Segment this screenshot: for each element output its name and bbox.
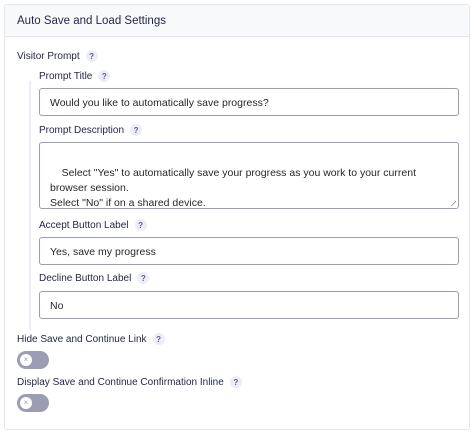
- prompt-title-text: Prompt Title: [39, 70, 93, 82]
- prompt-description-text: Prompt Description: [39, 124, 125, 136]
- settings-panel: Auto Save and Load Settings Visitor Prom…: [4, 4, 470, 430]
- visitor-prompt-text: Visitor Prompt: [17, 50, 80, 62]
- prompt-title-input[interactable]: Would you like to automatically save pro…: [39, 88, 459, 116]
- nested-indent-bar: [29, 81, 31, 330]
- help-icon[interactable]: ?: [134, 219, 147, 231]
- prompt-description-label: Prompt Description ?: [39, 124, 143, 136]
- decline-button-label: Decline Button Label ?: [39, 272, 150, 284]
- help-icon[interactable]: ?: [137, 272, 150, 284]
- accept-button-label: Accept Button Label ?: [39, 219, 147, 231]
- toggle-off-icon: ×: [20, 354, 32, 366]
- help-icon[interactable]: ?: [130, 124, 143, 136]
- help-icon[interactable]: ?: [98, 70, 111, 82]
- resize-handle-icon[interactable]: [450, 200, 456, 206]
- hide-save-continue-toggle[interactable]: ×: [17, 351, 49, 369]
- decline-button-label-text: Decline Button Label: [39, 272, 132, 284]
- help-icon[interactable]: ?: [229, 376, 242, 388]
- prompt-title-label: Prompt Title ?: [39, 70, 111, 82]
- display-inline-toggle[interactable]: ×: [17, 394, 49, 412]
- visitor-prompt-label: Visitor Prompt ?: [17, 50, 98, 62]
- prompt-description-value: Select "Yes" to automatically save your …: [50, 167, 416, 209]
- decline-button-input[interactable]: No: [39, 291, 459, 319]
- help-icon[interactable]: ?: [85, 50, 98, 62]
- help-icon[interactable]: ?: [152, 333, 165, 345]
- display-inline-label: Display Save and Continue Confirmation I…: [17, 376, 242, 388]
- hide-save-continue-label: Hide Save and Continue Link ?: [17, 333, 165, 345]
- prompt-description-textarea[interactable]: Select "Yes" to automatically save your …: [39, 142, 459, 209]
- toggle-off-icon: ×: [20, 397, 32, 409]
- display-inline-text: Display Save and Continue Confirmation I…: [17, 376, 224, 388]
- accept-button-input[interactable]: Yes, save my progress: [39, 237, 459, 265]
- hide-save-continue-text: Hide Save and Continue Link: [17, 333, 147, 345]
- accept-button-label-text: Accept Button Label: [39, 219, 129, 231]
- panel-title: Auto Save and Load Settings: [5, 5, 469, 37]
